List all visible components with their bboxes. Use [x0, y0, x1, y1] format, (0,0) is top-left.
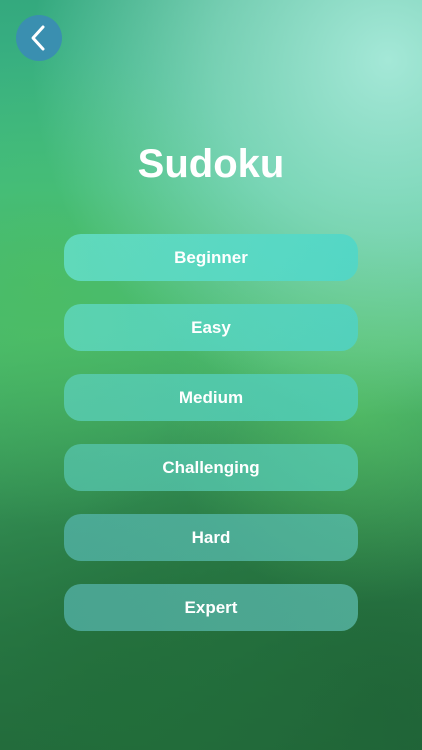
hard-button[interactable]: Hard — [64, 514, 358, 561]
challenging-button[interactable]: Challenging — [64, 444, 358, 491]
page-title: Sudoku — [137, 142, 285, 186]
back-button[interactable] — [16, 15, 62, 61]
beginner-button[interactable]: Beginner — [64, 234, 358, 281]
easy-button[interactable]: Easy — [64, 304, 358, 351]
expert-button[interactable]: Expert — [64, 584, 358, 631]
chevron-left-icon — [31, 25, 45, 51]
difficulty-menu: Beginner Easy Medium Challenging Hard Ex… — [64, 234, 358, 654]
medium-button[interactable]: Medium — [64, 374, 358, 421]
